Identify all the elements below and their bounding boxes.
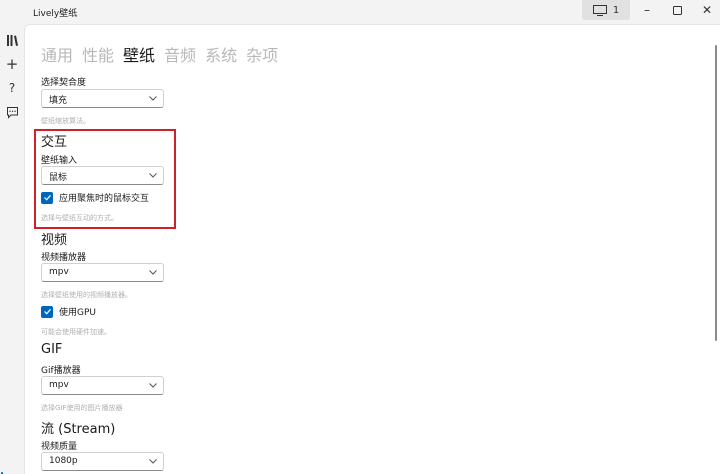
gif-player-value: mpv [49,380,69,390]
tab-performance[interactable]: 性能 [82,45,114,67]
video-quality-label: 视频质量 [41,442,78,452]
chevron-down-icon [149,459,157,464]
use-gpu-hint: 可能会使用硬件加速。 [41,328,111,336]
monitor-number: 1 [612,4,620,16]
chevron-down-icon [149,96,157,101]
fit-value: 填充 [49,96,68,106]
interaction-hint: 选择与壁纸互动的方式。 [41,214,118,222]
title-bar: Lively壁纸 1 – ✕ [0,0,720,24]
gif-player-dropdown[interactable]: mpv [41,376,164,395]
video-title: 视频 [41,233,68,248]
checkmark-icon [43,194,51,201]
close-icon[interactable]: ✕ [700,3,714,17]
tab-audio[interactable]: 音频 [164,45,196,67]
settings-content: 通用 性能 壁纸 音频 系统 杂项 选择契合度 填充 壁纸缩放算法。 交互 壁纸… [24,24,720,474]
settings-tabs: 通用 性能 壁纸 音频 系统 杂项 [41,45,287,67]
mouse-focus-label: 应用聚焦时的鼠标交互 [59,194,150,204]
maximize-icon[interactable] [670,3,684,17]
monitor-icon [592,4,607,16]
tab-wallpaper[interactable]: 壁纸 [123,45,155,67]
video-player-value: mpv [49,267,69,277]
video-quality-value: 1080p [49,456,78,466]
feedback-icon[interactable] [4,104,20,120]
chevron-down-icon [149,383,157,388]
tab-general[interactable]: 通用 [41,45,73,67]
mouse-focus-checkbox-row[interactable]: 应用聚焦时的鼠标交互 [41,191,149,204]
scrollbar[interactable] [715,45,717,341]
stream-title: 流 (Stream) [41,422,116,437]
library-icon[interactable] [4,32,20,48]
use-gpu-label: 使用GPU [59,308,96,318]
interaction-title: 交互 [41,135,68,150]
tab-misc[interactable]: 杂项 [246,45,278,67]
use-gpu-checkbox-row[interactable]: 使用GPU [41,305,96,318]
mouse-focus-checkbox[interactable] [41,191,53,204]
fit-label: 选择契合度 [41,78,87,88]
video-quality-dropdown[interactable]: 1080p [41,452,164,471]
app-title: Lively壁纸 [33,9,78,19]
sidebar: + ? [0,24,24,474]
gif-title: GIF [41,342,63,357]
video-player-dropdown[interactable]: mpv [41,263,164,282]
video-player-hint: 选择壁纸使用的视频播放器。 [41,291,132,299]
checkmark-icon [43,308,51,315]
video-player-label: 视频播放器 [41,253,87,263]
fit-dropdown[interactable]: 填充 [41,89,164,108]
use-gpu-checkbox[interactable] [41,305,53,318]
wallpaper-input-dropdown[interactable]: 鼠标 [41,166,164,185]
minimize-icon[interactable]: – [640,3,654,17]
help-icon[interactable]: ? [4,80,20,96]
add-icon[interactable]: + [4,55,20,73]
fit-hint: 壁纸缩放算法。 [41,117,90,125]
wallpaper-input-label: 壁纸输入 [41,156,78,166]
chevron-down-icon [149,270,157,275]
monitor-select-button[interactable]: 1 [582,0,630,20]
chevron-down-icon [149,173,157,178]
gif-player-label: Gif播放器 [41,366,81,376]
tab-system[interactable]: 系统 [205,45,237,67]
wallpaper-input-value: 鼠标 [49,173,68,183]
gif-player-hint: 选择GIF使用的图片播放器 [41,404,123,412]
